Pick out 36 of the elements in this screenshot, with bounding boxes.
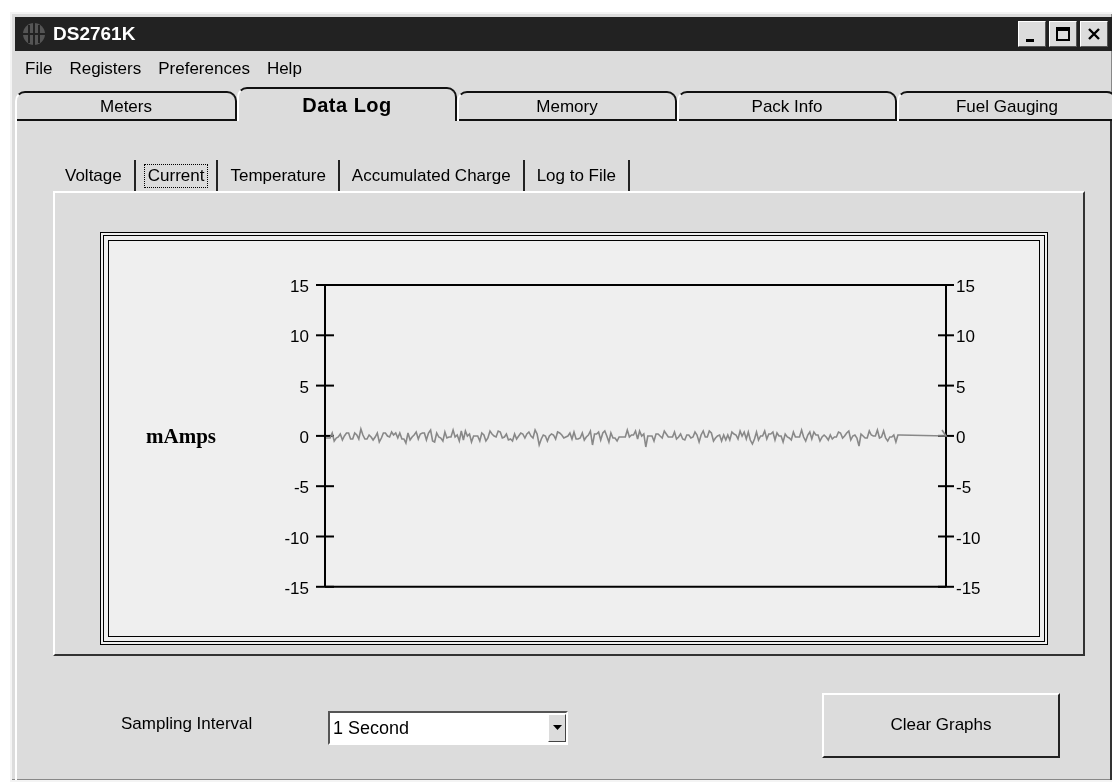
y-axis-label: mAmps — [146, 423, 216, 448]
tick-label: -5 — [293, 478, 309, 498]
minimize-icon — [1026, 38, 1034, 42]
window-title: DS2761K — [53, 23, 137, 45]
tick-label: -10 — [956, 528, 981, 548]
dropdown-arrow-icon — [552, 725, 562, 731]
menu-item[interactable]: Help — [258, 59, 311, 79]
menu-item[interactable]: File — [17, 59, 62, 79]
close-button[interactable] — [1080, 21, 1108, 47]
maximize-icon — [1055, 26, 1071, 42]
tick-label: -15 — [284, 578, 309, 598]
close-icon — [1086, 26, 1102, 42]
tab[interactable]: Fuel Gauging — [897, 91, 1112, 121]
maximize-button[interactable] — [1049, 21, 1077, 47]
clear-graphs-button[interactable]: Clear Graphs — [822, 692, 1060, 758]
tick-label: 0 — [956, 427, 966, 447]
tick-label: 0 — [299, 427, 309, 447]
tab[interactable]: Meters — [15, 91, 237, 121]
tick-label: -15 — [956, 578, 981, 598]
tick-label: 5 — [956, 377, 966, 397]
minimize-button[interactable] — [1018, 21, 1046, 47]
app-icon — [21, 21, 47, 47]
tick-label: 10 — [290, 327, 309, 347]
tick-label: -10 — [284, 528, 309, 548]
sampling-interval-label: Sampling Interval — [121, 714, 254, 734]
tick-label: 15 — [290, 277, 309, 296]
menu-item[interactable]: Preferences — [150, 59, 259, 79]
tick-label: 10 — [956, 327, 975, 347]
tab[interactable]: Data Log — [237, 87, 457, 121]
menu-item[interactable]: Registers — [61, 59, 151, 79]
tick-label: 15 — [956, 277, 975, 296]
tab[interactable]: Memory — [457, 91, 677, 121]
tab[interactable]: Pack Info — [677, 91, 897, 121]
tick-label: 5 — [299, 377, 309, 397]
sampling-interval-dropdown[interactable]: 1 Second — [328, 711, 568, 745]
tick-label: -5 — [956, 478, 972, 498]
